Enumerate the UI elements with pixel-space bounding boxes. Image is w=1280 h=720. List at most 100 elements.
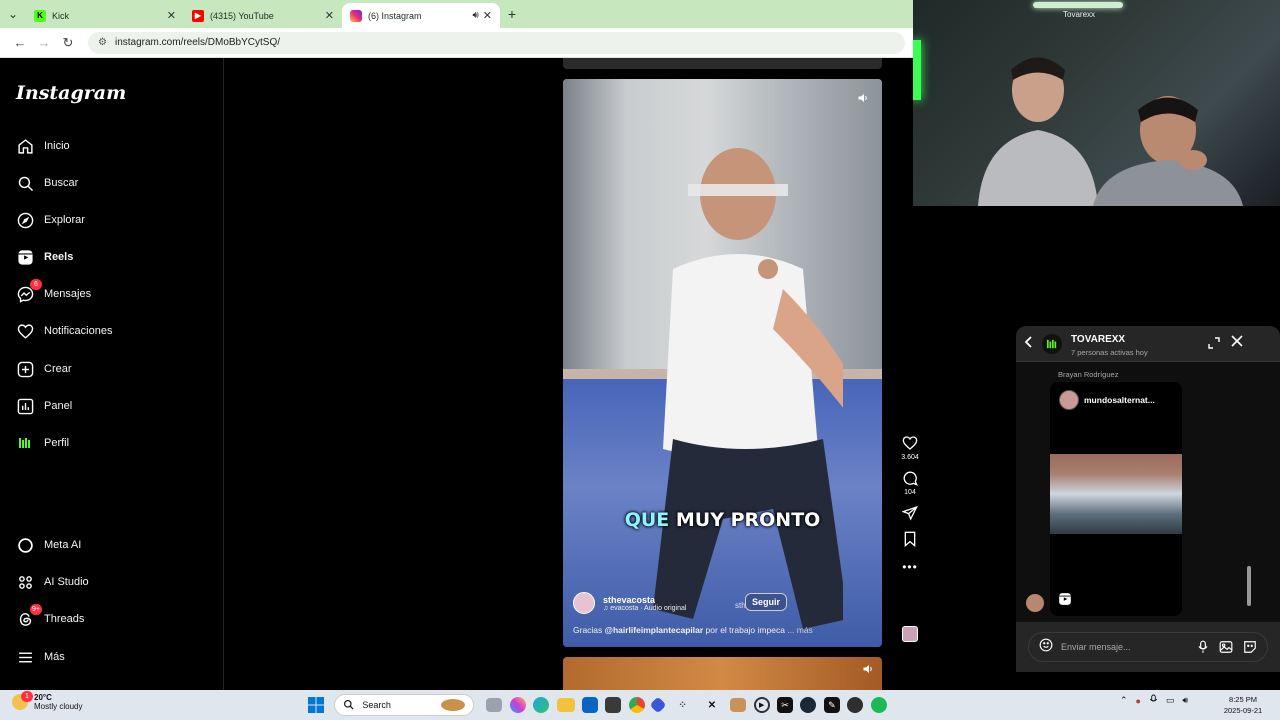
sidebar-item-mas[interactable]: Más xyxy=(16,645,65,669)
previous-reel[interactable] xyxy=(563,58,882,69)
menu-icon xyxy=(16,648,34,666)
reel-person-illustration xyxy=(653,148,843,629)
audio-info[interactable]: ♫ evacosta · Audio original xyxy=(603,605,686,612)
security-icon[interactable]: ● xyxy=(1136,696,1141,706)
slack-icon[interactable]: ⁘ xyxy=(672,694,694,716)
next-reel[interactable] xyxy=(563,657,882,690)
microphone-icon[interactable] xyxy=(1197,640,1209,654)
mute-toggle-button[interactable] xyxy=(854,89,872,107)
dm-messages[interactable]: Brayan Rodríguez mundosalternat... xyxy=(1016,362,1280,622)
reload-button[interactable]: ↻ xyxy=(56,35,80,51)
share-action[interactable] xyxy=(896,504,924,522)
expand-icon[interactable] xyxy=(1208,336,1220,354)
sidebar-item-inicio[interactable]: Inicio xyxy=(16,134,70,158)
chat-status: 7 personas activas hoy xyxy=(1071,348,1148,357)
sidebar-item-panel[interactable]: Panel xyxy=(16,394,72,418)
volume-icon[interactable]: 🔊︎ xyxy=(1183,695,1189,706)
close-icon[interactable] xyxy=(1230,334,1244,353)
sidebar-item-notificaciones[interactable]: Notificaciones xyxy=(16,319,112,343)
sidebar-item-label: Perfil xyxy=(44,437,70,449)
edge-icon[interactable] xyxy=(533,697,550,713)
site-info-icon[interactable]: ⚙ xyxy=(98,37,107,48)
forward-button[interactable]: → xyxy=(32,35,56,50)
network-icon[interactable]: ▭ xyxy=(1166,695,1175,706)
comment-icon[interactable] xyxy=(901,469,919,487)
back-arrow-icon[interactable] xyxy=(1024,336,1034,351)
outlook-icon[interactable] xyxy=(581,697,598,713)
instagram-logo[interactable]: Instagram xyxy=(16,82,126,104)
steam-icon[interactable] xyxy=(800,697,817,713)
plus-square-icon xyxy=(16,360,34,378)
emoji-icon[interactable] xyxy=(1039,638,1053,657)
chat-title[interactable]: TOVAREXX xyxy=(1071,334,1125,345)
sidebar-item-crear[interactable]: Crear xyxy=(16,357,72,381)
windows-start-icon[interactable] xyxy=(305,694,327,716)
taskbar-apps: Search ⁘ ✕ ▶ ✂ ✎ xyxy=(305,694,894,716)
sticker-icon[interactable] xyxy=(1243,640,1257,654)
obs-icon[interactable] xyxy=(847,697,864,713)
desc-mention[interactable]: @hairlifeimplantecapilar xyxy=(605,625,704,635)
editor-icon[interactable]: ✎ xyxy=(823,697,840,713)
media-player-icon[interactable]: ▶ xyxy=(753,697,770,713)
chevron-up-icon[interactable]: ⌃ xyxy=(1120,695,1128,706)
heart-icon[interactable] xyxy=(901,434,919,452)
more-link[interactable]: ... más xyxy=(785,625,813,635)
tab-search-button[interactable]: ⌄ xyxy=(0,0,26,28)
taskbar-clock[interactable]: 8:25 PM 2025-09-21 xyxy=(1222,694,1264,716)
speaker-icon[interactable]: 🔊︎ xyxy=(472,10,478,21)
close-tab-icon[interactable]: ✕ xyxy=(483,9,492,22)
close-tab-icon[interactable]: ✕ xyxy=(325,9,334,22)
scrollbar-thumb[interactable] xyxy=(1247,566,1251,606)
follow-button[interactable]: Seguir xyxy=(745,593,788,611)
taskbar-search[interactable]: Search xyxy=(334,694,475,716)
spotify-icon[interactable] xyxy=(870,697,887,713)
volume-icon[interactable] xyxy=(862,663,874,678)
sidebar-item-explorar[interactable]: Explorar xyxy=(16,208,85,232)
audio-thumbnail[interactable] xyxy=(902,626,918,642)
task-view-icon[interactable] xyxy=(486,698,503,712)
tab-kick[interactable]: K Kick ✕ xyxy=(26,3,184,28)
sidebar-item-meta-ai[interactable]: Meta AI xyxy=(16,533,81,557)
notes-icon[interactable] xyxy=(730,698,747,712)
author-avatar[interactable] xyxy=(573,592,595,614)
reel-description[interactable]: Gracias @hairlifeimplantecapilar por el … xyxy=(573,625,813,635)
file-explorer-icon[interactable] xyxy=(556,698,575,712)
like-action[interactable]: 3.604 xyxy=(896,434,924,461)
save-action[interactable] xyxy=(896,530,924,548)
bookmark-icon[interactable] xyxy=(901,530,919,548)
chrome-icon[interactable] xyxy=(628,697,645,713)
capcut-icon[interactable]: ✕ xyxy=(701,694,723,716)
message-input[interactable]: Enviar mensaje... xyxy=(1028,632,1268,662)
tab-instagram[interactable]: (6) Instagram 🔊︎ ✕ xyxy=(342,3,500,28)
chat-avatar[interactable] xyxy=(1042,334,1062,354)
image-icon[interactable] xyxy=(1219,640,1233,654)
send-icon[interactable] xyxy=(901,504,919,522)
weather-widget[interactable]: 1 20°C Mostly cloudy xyxy=(12,691,82,711)
author-username[interactable]: sthevacosta xyxy=(603,595,686,605)
comment-action[interactable]: 104 xyxy=(896,469,924,496)
sidebar-item-mensajes[interactable]: 6 Mensajes xyxy=(16,279,91,306)
sidebar-item-reels[interactable]: Reels xyxy=(16,245,73,269)
url-field[interactable]: ⚙ instagram.com/reels/DMoBbYCytSQ/ xyxy=(88,31,905,54)
sidebar-item-perfil[interactable]: Perfil xyxy=(16,431,69,455)
sidebar-item-buscar[interactable]: Buscar xyxy=(16,171,78,195)
back-button[interactable]: ← xyxy=(8,35,32,50)
vpn-icon[interactable] xyxy=(649,696,667,714)
more-options-action[interactable]: ••• xyxy=(896,558,924,576)
capcut-app-icon[interactable]: ✂ xyxy=(777,697,794,713)
store-icon[interactable] xyxy=(605,697,622,713)
shared-reel-card[interactable]: mundosalternat... xyxy=(1050,382,1182,616)
close-tab-icon[interactable]: ✕ xyxy=(167,9,176,22)
copilot-icon[interactable] xyxy=(509,697,526,713)
new-tab-button[interactable]: + xyxy=(500,0,524,28)
tab-youtube[interactable]: ▶ (4315) YouTube ✕ xyxy=(184,3,342,28)
more-dots-icon[interactable]: ••• xyxy=(901,558,919,576)
microphone-icon[interactable] xyxy=(1149,694,1158,707)
reel-video[interactable]: QUE MUY PRONTO sthevacosta ♫ evacosta · … xyxy=(563,79,882,647)
sidebar-item-ai-studio[interactable]: AI Studio xyxy=(16,570,89,594)
sender-avatar[interactable] xyxy=(1026,594,1044,612)
weather-icon: 1 xyxy=(12,691,33,710)
clock-time: 8:25 PM xyxy=(1229,695,1257,704)
sidebar-item-threads[interactable]: 9+ Threads xyxy=(16,604,84,631)
dm-scrollbar[interactable] xyxy=(1246,370,1252,620)
